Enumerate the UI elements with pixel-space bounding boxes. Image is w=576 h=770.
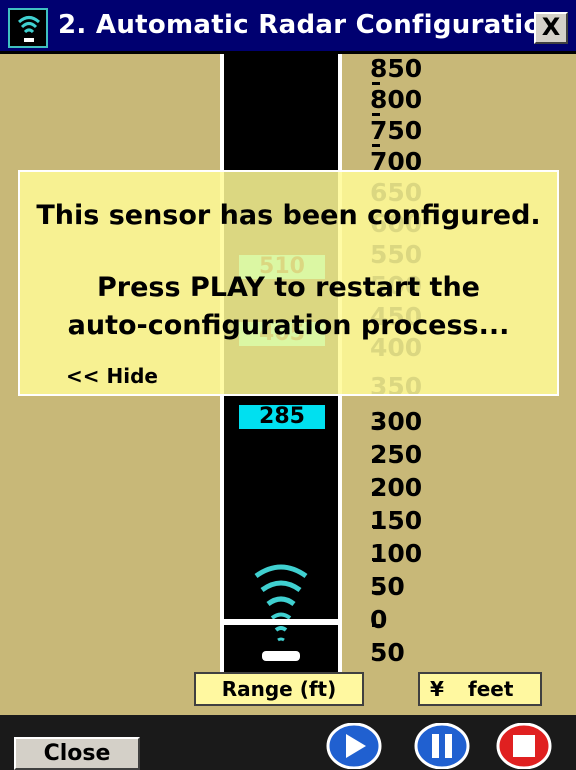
window-close-button[interactable]: X	[534, 12, 568, 44]
scale-label: 100	[370, 539, 423, 568]
scale-tick	[372, 426, 380, 429]
hide-link[interactable]: << Hide	[66, 364, 158, 388]
configured-overlay: This sensor has been configured. Press P…	[18, 170, 559, 396]
scale-label: 200	[370, 473, 423, 502]
scale-tick	[372, 459, 380, 462]
bottom-toolbar: Close	[0, 715, 576, 770]
scale-label: 800	[370, 85, 423, 114]
scale-tick	[372, 82, 380, 85]
scale-label: 250	[370, 440, 423, 469]
scale-tick	[372, 591, 380, 594]
scale-label: 50	[370, 638, 405, 667]
unit-value: feet	[468, 677, 514, 701]
scale-label: 850	[370, 54, 423, 83]
main-content: 850 800 750 700 650 600 550 500 450 400 …	[0, 54, 576, 715]
scale-label: 150	[370, 506, 423, 535]
range-label-button[interactable]: Range (ft)	[194, 672, 364, 706]
ground-line	[220, 619, 342, 625]
title-bar: 2. Automatic Radar Configuration X	[0, 0, 576, 54]
close-button[interactable]: Close	[14, 737, 140, 770]
scale-label: 750	[370, 116, 423, 145]
scale-label: 0	[370, 605, 388, 634]
radar-waves-icon	[254, 564, 308, 642]
radar-sensor-icon	[8, 8, 48, 48]
chevron-down-icon: ¥	[430, 677, 444, 701]
play-button[interactable]	[326, 723, 382, 769]
scale-label: 50	[370, 572, 405, 601]
pause-button[interactable]	[414, 723, 470, 769]
overlay-message: This sensor has been configured.	[36, 200, 541, 231]
window-title: 2. Automatic Radar Configuration	[58, 10, 561, 40]
target-marker[interactable]: 285	[236, 402, 328, 432]
overlay-instruction: Press PLAY to restart the	[97, 272, 480, 303]
stop-icon	[513, 735, 535, 757]
scale-tick	[372, 113, 380, 116]
stop-button[interactable]	[496, 723, 552, 769]
scale-tick	[372, 492, 380, 495]
sensor-base	[262, 651, 300, 661]
overlay-instruction-cont: auto-configuration process...	[67, 310, 510, 341]
scale-label: 300	[370, 407, 423, 436]
unit-select[interactable]: ¥ feet	[418, 672, 542, 706]
scale-tick	[372, 624, 380, 627]
scale-tick	[372, 558, 380, 561]
scale-tick	[372, 525, 380, 528]
scale-tick	[372, 144, 380, 147]
